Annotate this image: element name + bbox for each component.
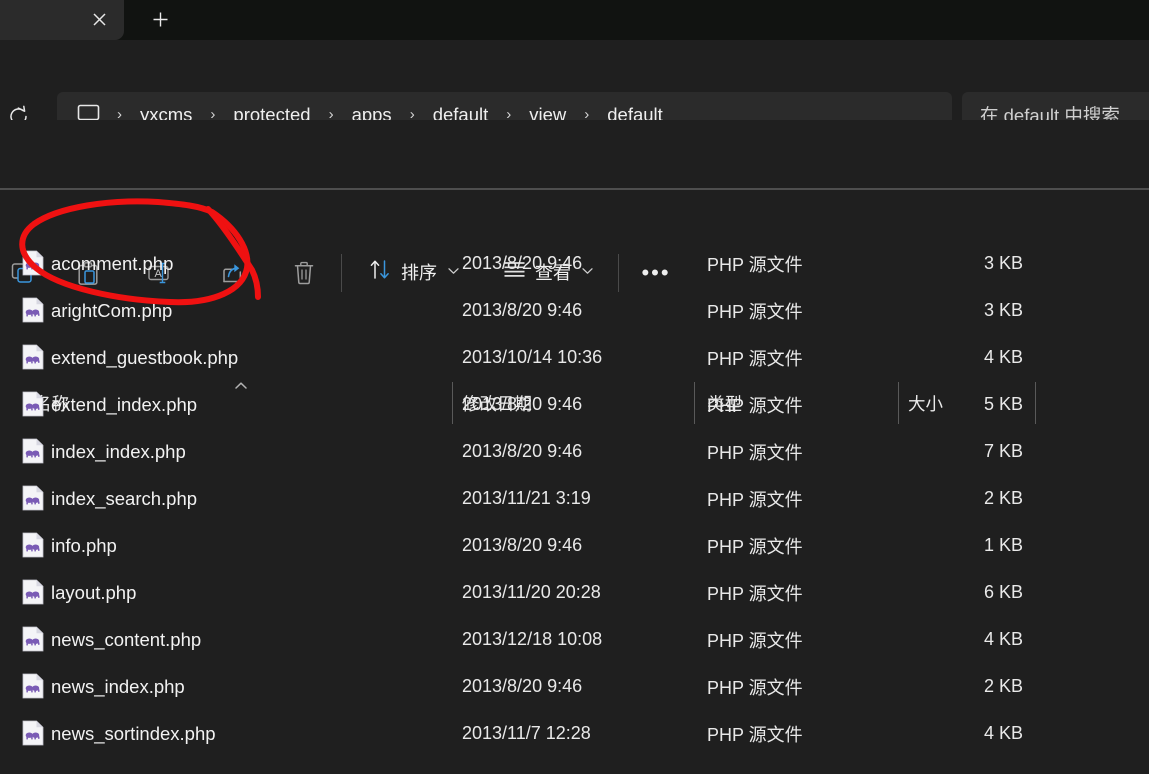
file-name: index_search.php [51,487,198,509]
tab-strip [0,0,1149,40]
file-row[interactable]: news_index.php 2013/8/20 9:46 PHP 源文件 2 KB [0,663,1149,710]
file-size: 1 KB [983,535,1023,555]
php-file-icon [22,344,44,370]
file-size: 6 KB [983,582,1023,602]
file-name: extend_guestbook.php [51,346,239,368]
php-file-icon [22,391,44,417]
file-modified-date: 2013/12/18 10:08 [462,629,603,649]
close-tab-icon[interactable] [82,2,116,36]
file-type: PHP 源文件 [707,489,803,510]
php-file-glyph [22,344,44,370]
file-modified-date: 2013/8/20 9:46 [462,676,583,696]
file-size: 4 KB [983,347,1023,367]
php-file-glyph [22,532,44,558]
file-type: PHP 源文件 [707,536,803,557]
file-type: PHP 源文件 [707,395,803,416]
file-modified-date: 2013/8/20 9:46 [462,441,583,461]
plus-glyph [153,12,167,26]
file-name: arightCom.php [51,299,173,321]
new-tab-icon[interactable] [142,2,178,36]
php-file-glyph [22,297,44,323]
file-row[interactable]: layout.php 2013/11/20 20:28 PHP 源文件 6 KB [0,569,1149,616]
file-modified-date: 2013/11/7 12:28 [462,723,591,743]
file-modified-date: 2013/8/20 9:46 [462,253,583,273]
php-file-glyph [22,673,44,699]
file-row[interactable]: news_content.php 2013/12/18 10:08 PHP 源文件 4… [0,616,1149,663]
file-size: 3 KB [983,253,1023,273]
php-file-glyph [22,626,44,652]
file-name: news_content.php [51,628,202,650]
column-header-row: 名称 修改日期 类型 大小 [0,190,1149,424]
file-row[interactable]: news_sortindex.php 2013/11/7 12:28 PHP 源文件… [0,710,1149,757]
file-name: index_index.php [51,440,186,462]
file-size: 4 KB [983,723,1023,743]
file-size: 2 KB [983,676,1023,696]
file-type: PHP 源文件 [707,301,803,322]
file-name: acomment.php [51,252,174,274]
file-name: news_sortindex.php [51,722,216,744]
file-size: 7 KB [983,441,1023,461]
file-name: extend_index.php [51,393,198,415]
php-file-icon [22,250,44,276]
file-row[interactable]: info.php 2013/8/20 9:46 PHP 源文件 1 KB [0,522,1149,569]
file-type: PHP 源文件 [707,442,803,463]
php-file-glyph [22,438,44,464]
file-row[interactable]: extend_guestbook.php 2013/10/14 10:36 PHP … [0,334,1149,381]
file-list[interactable]: acomment.php 2013/8/20 9:46 PHP 源文件 3 KB ari… [0,240,1149,774]
file-modified-date: 2013/8/20 9:46 [462,300,583,320]
php-file-icon [22,532,44,558]
php-file-icon [22,438,44,464]
file-type: PHP 源文件 [707,630,803,651]
close-glyph [92,12,106,26]
file-type: PHP 源文件 [707,677,803,698]
file-name: news_index.php [51,675,185,697]
file-row[interactable]: index_search.php 2013/11/21 3:19 PHP 源文件 2 … [0,475,1149,522]
file-type: PHP 源文件 [707,583,803,604]
address-bar-row: › yxcms › protected › apps › default › v… [0,40,1149,137]
file-size: 3 KB [983,300,1023,320]
file-type: PHP 源文件 [707,348,803,369]
php-file-glyph [22,579,44,605]
file-size: 2 KB [983,488,1023,508]
file-explorer-window: › yxcms › protected › apps › default › v… [0,0,1149,774]
php-file-glyph [22,250,44,276]
php-file-icon [22,579,44,605]
file-type: PHP 源文件 [707,254,803,275]
php-file-icon [22,485,44,511]
php-file-icon [22,297,44,323]
file-modified-date: 2013/8/20 9:46 [462,394,583,414]
file-row[interactable]: extend_index.php 2013/8/20 9:46 PHP 源文件 5 K… [0,381,1149,428]
command-bar: A 排序 查看 ••• [0,120,1149,292]
file-modified-date: 2013/11/21 3:19 [462,488,591,508]
php-file-glyph [22,391,44,417]
file-row[interactable]: arightCom.php 2013/8/20 9:46 PHP 源文件 3 KB [0,287,1149,334]
php-file-glyph [22,720,44,746]
php-file-glyph [22,485,44,511]
file-row[interactable]: index_index.php 2013/8/20 9:46 PHP 源文件 7 KB [0,428,1149,475]
php-file-icon [22,626,44,652]
file-modified-date: 2013/8/20 9:46 [462,535,583,555]
php-file-icon [22,673,44,699]
file-type: PHP 源文件 [707,724,803,745]
php-file-icon [22,720,44,746]
file-name: layout.php [51,581,137,603]
file-row[interactable]: acomment.php 2013/8/20 9:46 PHP 源文件 3 KB [0,240,1149,287]
file-size: 4 KB [983,629,1023,649]
file-size: 5 KB [983,394,1023,414]
file-modified-date: 2013/10/14 10:36 [462,347,603,367]
file-name: info.php [51,534,117,556]
file-modified-date: 2013/11/20 20:28 [462,582,601,602]
